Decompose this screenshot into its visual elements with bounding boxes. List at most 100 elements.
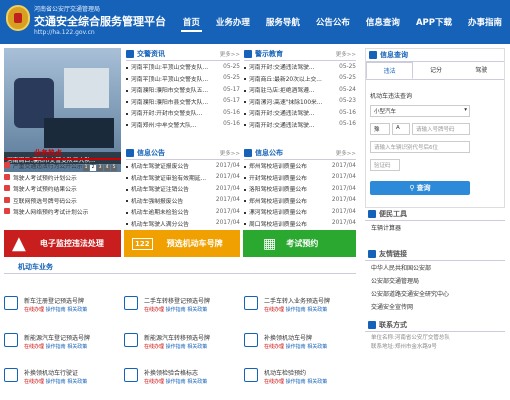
nav-announcements[interactable]: 公告公布	[314, 14, 352, 32]
tools-title: 便民工具	[379, 210, 407, 218]
link-icon	[368, 250, 376, 258]
info-item[interactable]: 漯河驾校培训质量公布 2017/04	[244, 206, 356, 218]
calendar-icon	[4, 208, 10, 215]
notice-item[interactable]: 机动车驾驶人满分公告 2017/04	[126, 218, 240, 230]
friend-link[interactable]: 交通安全宣传网	[365, 300, 505, 313]
warning-item[interactable]: 河南驻马店:拒绝酒驾遵... 05-24	[244, 84, 356, 96]
friend-link[interactable]: 中华人民共和国公安部	[365, 261, 505, 274]
site-subtitle: 河南省公安厅交通管理局	[34, 6, 101, 13]
friend-links-panel: 友情链接 中华人民共和国公安部 公安部交通管理局 公安部道路交通安全研究中心 交…	[365, 248, 505, 313]
banner-plate-preselect[interactable]: 122 预选机动车号牌	[124, 230, 240, 257]
notice-item[interactable]: 机动车逾期未检验公告 2017/04	[126, 206, 240, 218]
nav-service-guide[interactable]: 服务导航	[264, 14, 302, 32]
chevron-down-icon: ▾	[464, 107, 467, 113]
news-item[interactable]: 河南平顶山:平顶山交警支队... 05-25	[126, 73, 240, 85]
warning-item[interactable]: 河南开封:交通违法驾驶... 05-25	[244, 61, 356, 73]
main-nav: 首页 业务办理 服务导航 公告公布 信息查询 APP下载 办事指南	[169, 14, 504, 32]
hot-item[interactable]: 驾驶人考试预约结果公示	[4, 183, 121, 195]
nav-guide[interactable]: 办事指南	[466, 14, 504, 32]
phone-icon	[368, 321, 376, 329]
news-item[interactable]: 河南平顶山:平顶山交警支队... 05-25	[126, 61, 240, 73]
plate-number-input[interactable]: 请输入号牌号码	[412, 123, 470, 135]
friend-link[interactable]: 公安部道路交通安全研究中心	[365, 287, 505, 300]
tab-license[interactable]: 驾驶	[459, 62, 504, 79]
news-item[interactable]: 河南郑州:中牟交警大队... 05-16	[126, 119, 240, 131]
notice-item[interactable]: 机动车驾驶证注销公告 2017/04	[126, 183, 240, 195]
notice-title: 信息公告	[137, 149, 165, 157]
plate-letter-select[interactable]: A	[392, 123, 410, 135]
biz-item[interactable]: 机动车检验预约 在线办理 操作指南 相关政策	[244, 366, 362, 396]
biz-item[interactable]: 补换领机动车号牌 在线办理 操作指南 相关政策	[244, 331, 362, 361]
banner-electronic-monitoring[interactable]: ▲ 电子监控违法处理	[4, 230, 121, 257]
news-item[interactable]: 河南濮阳:濮阳市县交警大队... 05-17	[126, 96, 240, 108]
license-icon	[4, 173, 10, 180]
warning-item[interactable]: 河南开封:交通违法驾驶... 05-16	[244, 119, 356, 131]
tools-icon	[368, 210, 376, 218]
nav-home[interactable]: 首页	[180, 14, 202, 32]
biz-item[interactable]: 补换领机动车行驶证 在线办理 操作指南 相关政策	[4, 366, 122, 396]
hot-item[interactable]: 驾驶人网络预约考试计划公示	[4, 206, 121, 218]
biz-item[interactable]: 二手车转移登记预选号牌 在线办理 操作指南 相关政策	[124, 294, 242, 324]
info-title: 信息公布	[255, 149, 283, 157]
plate-icon	[4, 196, 10, 203]
plate-prefix-select[interactable]: 豫	[370, 123, 390, 135]
hot-panel: 业务热点 严重交通违法行为公开公示 驾驶人考试预约计划公示 驾驶人考试预约结果公…	[4, 147, 121, 218]
banner-label: 考试预约	[286, 239, 319, 248]
hot-item[interactable]: 互联网预选号牌号码公示	[4, 195, 121, 207]
notice-item[interactable]: 机动车强制报废公告 2017/04	[126, 195, 240, 207]
notice-more-link[interactable]: 更多>>	[220, 149, 240, 157]
biz-item[interactable]: 二手车转入业务预选号牌 在线办理 操作指南 相关政策	[244, 294, 362, 324]
hot-item[interactable]: 驾驶人考试预约计划公示	[4, 172, 121, 184]
nav-business[interactable]: 业务办理	[214, 14, 252, 32]
warning-panel: 警示教育 更多>> 河南开封:交通违法驾驶... 05-25 河南商丘:最新20次以…	[244, 48, 356, 130]
contact-line: 单位名称:河南省公安厅交管总队	[371, 334, 450, 341]
news-item[interactable]: 河南濮阳:濮阳市交警支队五... 05-17	[126, 84, 240, 96]
plate-122-icon: 122	[132, 237, 153, 250]
info-item[interactable]: 郑州驾校培训质量公布 2017/04	[244, 160, 356, 172]
notice-item[interactable]: 机动车驾驶证审验有效期延... 2017/04	[126, 172, 240, 184]
info-item[interactable]: 周口驾校培训质量公布 2017/04	[244, 218, 356, 230]
biz-item[interactable]: 新能源汽车转移预选号牌 在线办理 操作指南 相关政策	[124, 331, 242, 361]
vehicle-type-select[interactable]: 小型汽车 ▾	[370, 105, 470, 117]
warning-item[interactable]: 河南商丘:最新20次以上交... 05-25	[244, 73, 356, 85]
captcha-input[interactable]: 验证码	[370, 159, 400, 171]
tool-car-calculator[interactable]: 车辆计算器	[365, 221, 505, 234]
tools-panel: 便民工具 车辆计算器	[365, 208, 505, 244]
info-item[interactable]: 开封驾校培训质量公布 2017/04	[244, 172, 356, 184]
links-title: 友情链接	[379, 250, 407, 258]
tab-violation[interactable]: 违法	[366, 62, 414, 79]
site-url[interactable]: http://ha.122.gov.cn	[34, 29, 95, 36]
biz-item[interactable]: 新能源汽车登记预选号牌 在线办理 操作指南 相关政策	[4, 331, 122, 361]
warning-item[interactable]: 河南开封:交通违法驾驶... 05-16	[244, 107, 356, 119]
warning-item[interactable]: 河南漯河:高速"抹除100米... 05-23	[244, 96, 356, 108]
nav-app-download[interactable]: APP下载	[414, 14, 454, 32]
notice-icon	[126, 149, 134, 157]
car-icon	[124, 333, 138, 347]
info-item[interactable]: 洛阳驾校培训质量公布 2017/04	[244, 183, 356, 195]
banner-exam-booking[interactable]: ▦ 考试预约	[243, 230, 356, 257]
hot-item[interactable]: 严重交通违法行为公开公示	[4, 160, 121, 172]
query-tabs: 违法 记分 驾驶	[366, 62, 504, 80]
biz-item[interactable]: 新车注册登记预选号牌 在线办理 操作指南 相关政策	[4, 294, 122, 324]
warning-more-link[interactable]: 更多>>	[336, 50, 356, 58]
car-icon	[4, 333, 18, 347]
photo-desk	[44, 118, 114, 148]
query-button[interactable]: ⚲ 查询	[370, 181, 470, 195]
friend-link[interactable]: 公安部交通管理局	[365, 274, 505, 287]
news-item[interactable]: 河南开封:开封市交警支队... 05-16	[126, 107, 240, 119]
biz-item[interactable]: 补换领检验合格标志 在线办理 操作指南 相关政策	[124, 366, 242, 396]
info-item[interactable]: 郑州驾校培训质量公布 2017/04	[244, 195, 356, 207]
news-more-link[interactable]: 更多>>	[220, 50, 240, 58]
badge-icon	[124, 368, 138, 382]
site-title[interactable]: 交通安全综合服务管理平台	[34, 13, 166, 29]
nav-query[interactable]: 信息查询	[364, 14, 402, 32]
news-title: 交警资讯	[137, 50, 165, 58]
car-icon	[124, 296, 138, 310]
traffic-light-icon: ▲	[12, 233, 26, 254]
notice-item[interactable]: 机动车驾驶证报废公告 2017/04	[126, 160, 240, 172]
vin-input[interactable]: 请输入车辆识别代号后6位	[370, 141, 470, 153]
business-title: 机动车业务	[4, 262, 356, 274]
tab-score[interactable]: 记分	[413, 62, 458, 79]
info-more-link[interactable]: 更多>>	[336, 149, 356, 157]
contact-line: 联系地址:郑州市金水路9号	[371, 343, 437, 350]
